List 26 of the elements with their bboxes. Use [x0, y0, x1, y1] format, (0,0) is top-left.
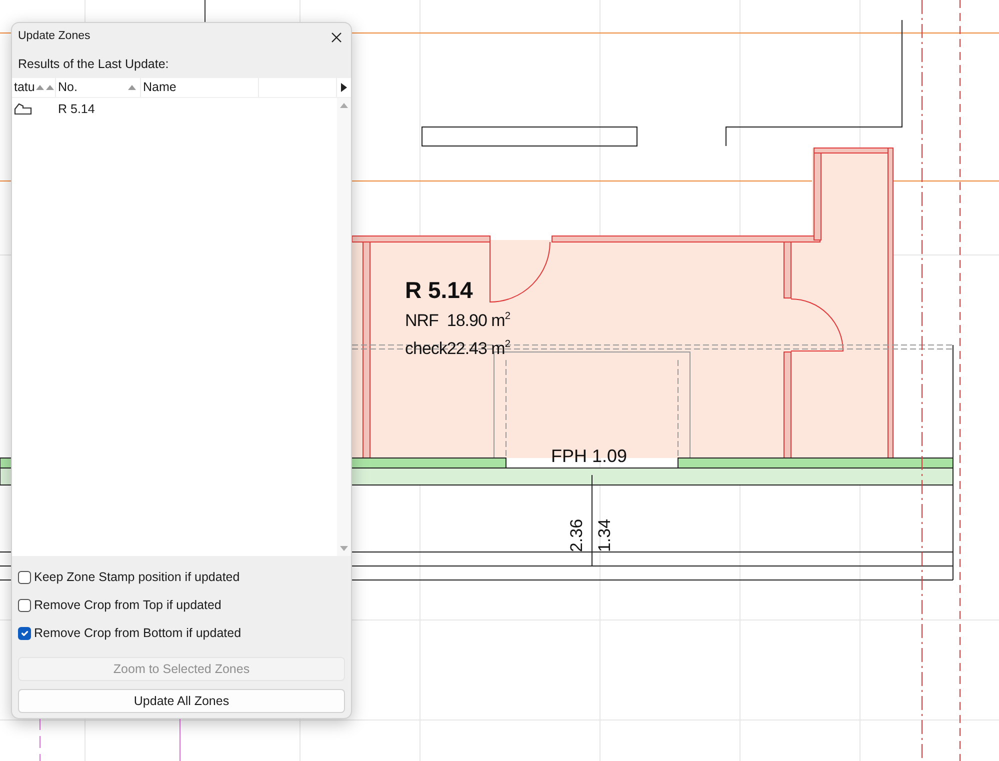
scroll-right-icon[interactable]: [341, 83, 347, 92]
close-icon[interactable]: [331, 32, 342, 42]
results-label: Results of the Last Update:: [18, 56, 169, 74]
sort-arrow-icon: [128, 84, 137, 91]
column-header[interactable]: Name: [141, 78, 259, 97]
zone-icon: [14, 103, 32, 116]
checkbox[interactable]: [18, 570, 31, 584]
door-drawing: [790, 298, 844, 352]
door-drawing: [490, 242, 550, 302]
dimension-text: 1.34: [596, 518, 614, 552]
check-area-text: check22.43 m$^{2}$: [405, 340, 510, 357]
column-header[interactable]: tatu: [12, 78, 56, 97]
checkbox[interactable]: [18, 626, 31, 640]
opening-label: FPH 1.09: [551, 447, 628, 465]
window-title: Update Zones: [18, 29, 90, 44]
area-text: NRF 18.90 m$^{2}$: [405, 312, 510, 329]
column-header[interactable]: No.: [56, 78, 141, 97]
room-number: R 5.14: [405, 279, 473, 302]
sort-arrows-icon: [36, 84, 55, 91]
action-button[interactable]: Update All Zones: [18, 689, 345, 713]
checkbox[interactable]: [18, 598, 31, 612]
dimension-text: 2.36: [568, 518, 586, 552]
table-cell-text: R 5.14: [58, 100, 95, 118]
checkbox-label: Keep Zone Stamp position if updated: [34, 568, 240, 586]
checkbox-label: Remove Crop from Bottom if updated: [34, 624, 242, 642]
checkbox-label: Remove Crop from Top if updated: [34, 596, 222, 614]
